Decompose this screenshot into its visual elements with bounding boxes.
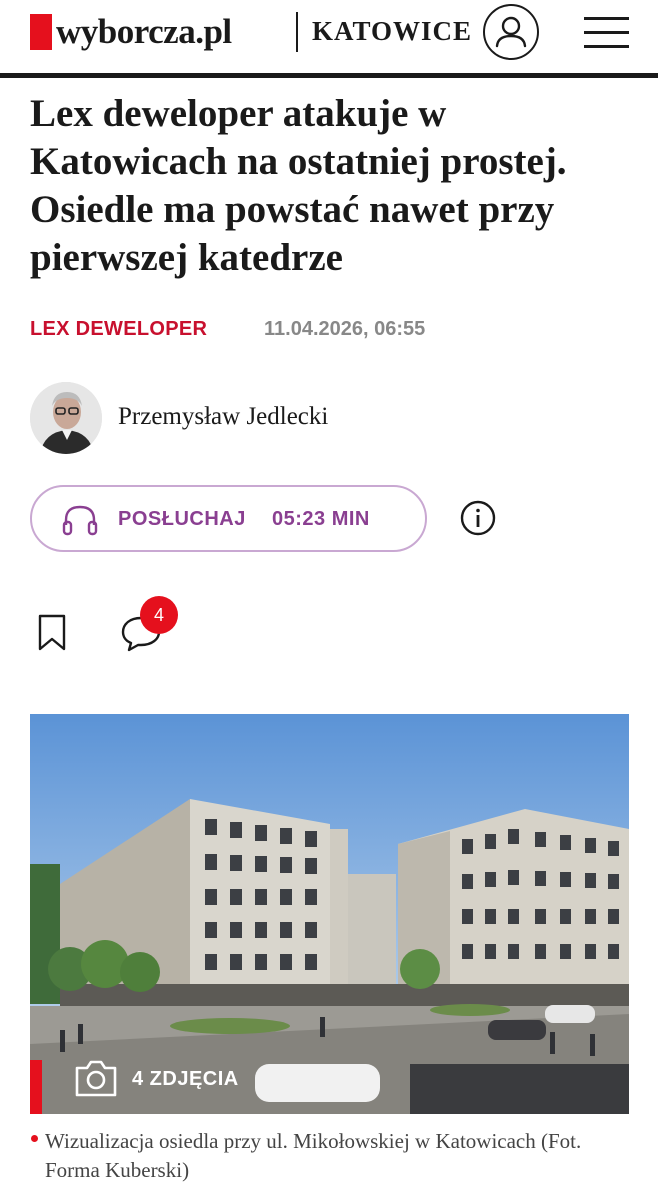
- listen-label: POSŁUCHAJ: [118, 508, 246, 530]
- article-date: 11.04.2026, 06:55: [264, 318, 426, 340]
- user-icon: [495, 16, 527, 48]
- article-title: Lex deweloper atakuje w Katowicach na os…: [30, 92, 567, 279]
- bookmark-icon[interactable]: [37, 614, 67, 652]
- hamburger-menu-icon: [584, 17, 629, 20]
- listen-duration: 05:23 MIN: [272, 508, 370, 530]
- info-icon[interactable]: [460, 500, 496, 536]
- headphones-icon: [62, 505, 98, 536]
- article-meta: LEX DEWELOPER 11.04.2026, 06:55: [30, 318, 425, 341]
- listen-button[interactable]: POSŁUCHAJ 05:23 MIN: [30, 485, 427, 552]
- gallery-button[interactable]: 4 ZDJĘCIA: [30, 1058, 280, 1114]
- gallery-label: 4 ZDJĘCIA: [132, 1068, 239, 1090]
- site-logo[interactable]: wyborcza.pl: [30, 12, 232, 52]
- image-caption: Wizualizacja osiedla przy ul. Mikołowski…: [45, 1129, 582, 1182]
- account-button[interactable]: [483, 4, 539, 60]
- logo-text: wyborcza.pl: [56, 12, 232, 51]
- article-hero-image[interactable]: [30, 714, 629, 1114]
- article-tag[interactable]: LEX DEWELOPER: [30, 318, 207, 340]
- menu-button[interactable]: [584, 14, 629, 50]
- section-name[interactable]: KATOWICE: [312, 16, 472, 47]
- housing-estate-visualization: [30, 714, 629, 1114]
- comment-count-badge[interactable]: 4: [140, 596, 178, 634]
- logo-mark: [30, 14, 52, 50]
- author-name[interactable]: Przemysław Jedlecki: [118, 403, 328, 431]
- site-header: wyborcza.pl KATOWICE: [0, 0, 658, 78]
- gallery-accent: [30, 1060, 42, 1114]
- camera-icon: [75, 1060, 117, 1097]
- author-avatar[interactable]: [30, 382, 102, 454]
- caption-bullet: [31, 1135, 38, 1142]
- header-divider: [296, 12, 298, 52]
- author-photo-image: [30, 382, 102, 454]
